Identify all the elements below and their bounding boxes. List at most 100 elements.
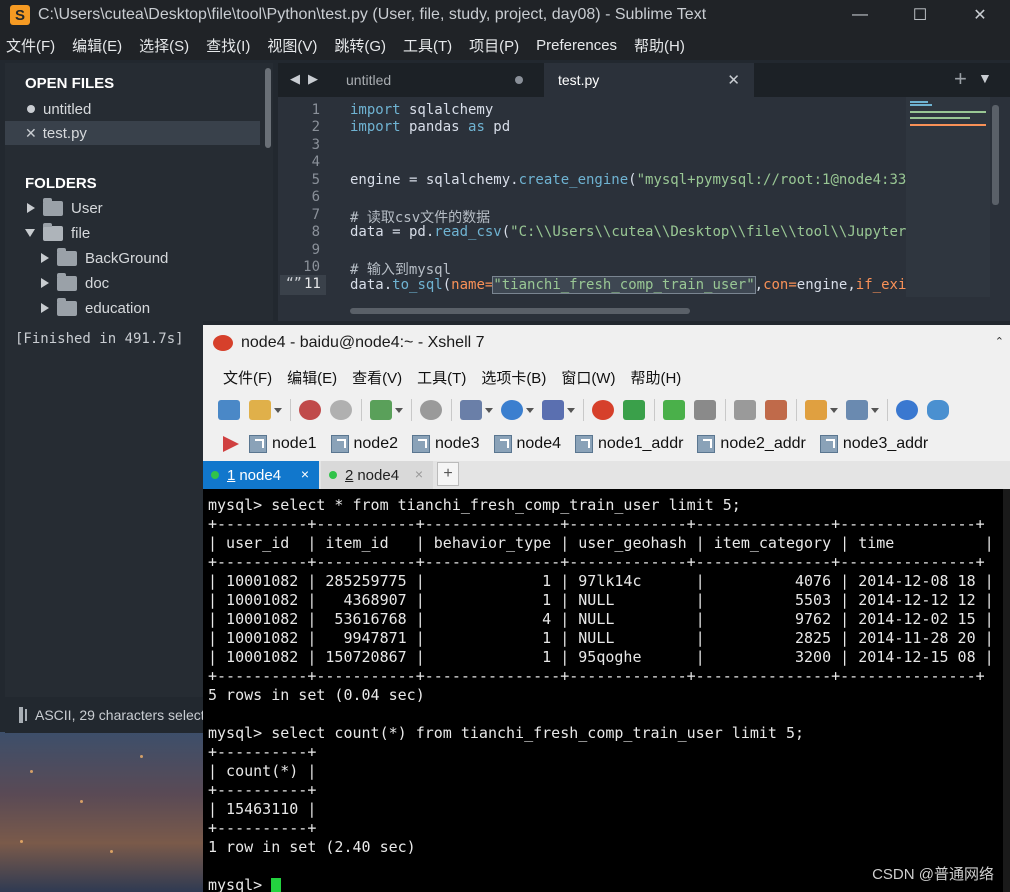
session-tab-1[interactable]: 1 node4 ×	[203, 461, 319, 489]
menu-tabs[interactable]: 选项卡(B)	[481, 367, 546, 388]
close-tab-icon[interactable]: ×	[301, 466, 309, 482]
sidebar-scrollbar[interactable]	[265, 68, 271, 148]
menu-view[interactable]: 查看(V)	[352, 367, 402, 388]
add-tab-button[interactable]: +	[437, 462, 459, 486]
dropdown-arrow-icon[interactable]	[485, 407, 493, 413]
code-text: sqlalchemy	[400, 102, 494, 118]
modified-dot-icon	[27, 105, 35, 113]
highlight-icon[interactable]	[765, 400, 787, 420]
minimap[interactable]	[906, 97, 990, 297]
quick-command-icon[interactable]	[223, 436, 239, 452]
close-button[interactable]: ✕	[950, 0, 1010, 30]
add-folder-icon[interactable]	[805, 400, 827, 420]
tab-menu-icon[interactable]: ▼	[978, 70, 992, 86]
code-line: import pandas as pd	[350, 119, 510, 135]
folder-education[interactable]: education	[5, 296, 260, 320]
menu-window[interactable]: 窗口(W)	[561, 367, 615, 388]
transfer-icon[interactable]	[460, 400, 482, 420]
minimize-button[interactable]: —	[830, 0, 890, 30]
link-label: node1	[272, 435, 317, 452]
find-icon[interactable]	[420, 400, 442, 420]
link-node2[interactable]: node2	[330, 435, 398, 453]
tab-test-py[interactable]: test.py ✕	[544, 63, 754, 97]
fullscreen-icon[interactable]	[663, 400, 685, 420]
folder-label: doc	[85, 274, 110, 292]
globe-icon[interactable]	[501, 400, 523, 420]
folder-user[interactable]: User	[5, 196, 260, 220]
folder-label: BackGround	[85, 249, 169, 267]
dropdown-arrow-icon[interactable]	[567, 407, 575, 413]
dropdown-arrow-icon[interactable]	[274, 407, 282, 413]
menu-preferences[interactable]: Preferences	[536, 37, 617, 54]
editor-vertical-scrollbar[interactable]	[992, 105, 999, 205]
keyboard-icon[interactable]	[734, 400, 756, 420]
panel-toggle-icon[interactable]	[19, 707, 27, 723]
xftp-icon[interactable]	[592, 400, 614, 420]
folder-doc[interactable]: doc	[5, 271, 260, 295]
dropdown-arrow-icon[interactable]	[871, 407, 879, 413]
menu-project[interactable]: 项目(P)	[469, 35, 519, 56]
chat-icon[interactable]	[927, 400, 949, 420]
editor-horizontal-scrollbar[interactable]	[350, 308, 690, 314]
dropdown-arrow-icon[interactable]	[830, 407, 838, 413]
link-node2-addr[interactable]: node2_addr	[697, 435, 806, 453]
code-text: (	[442, 277, 452, 293]
menu-edit[interactable]: 编辑(E)	[287, 367, 337, 388]
function-name: create_engine	[518, 172, 629, 188]
open-folder-icon[interactable]	[249, 400, 271, 420]
menu-selection[interactable]: 选择(S)	[139, 35, 189, 56]
layout-icon[interactable]	[846, 400, 868, 420]
connect-icon[interactable]	[299, 400, 321, 420]
xshell-titlebar: node4 - baidu@node4:~ - Xshell 7 ⌃	[203, 325, 1010, 361]
desktop-wallpaper	[0, 730, 205, 892]
tab-next-icon[interactable]: ▶	[308, 71, 318, 87]
tab-prev-icon[interactable]: ◀	[290, 71, 300, 87]
terminal-output[interactable]: mysql> select * from tianchi_fresh_comp_…	[203, 489, 1003, 892]
new-session-icon[interactable]	[218, 400, 240, 420]
close-tab-icon[interactable]: ✕	[727, 71, 740, 89]
menu-help[interactable]: 帮助(H)	[634, 35, 685, 56]
disconnect-icon[interactable]	[330, 400, 352, 420]
folder-icon	[57, 247, 77, 266]
toolbar-separator	[796, 399, 797, 421]
open-file-untitled[interactable]: untitled	[5, 97, 260, 121]
tab-untitled[interactable]: untitled	[326, 63, 541, 97]
collapse-ribbon-icon[interactable]: ⌃	[995, 335, 1004, 348]
terminal-scrollbar[interactable]	[1003, 489, 1010, 892]
menu-view[interactable]: 视图(V)	[267, 35, 317, 56]
menu-goto[interactable]: 跳转(G)	[334, 35, 386, 56]
link-label: node4	[516, 435, 562, 452]
link-node4[interactable]: node4	[493, 435, 562, 453]
link-node3[interactable]: node3	[412, 435, 480, 453]
menu-file[interactable]: 文件(F)	[223, 367, 272, 388]
menu-tools[interactable]: 工具(T)	[403, 35, 452, 56]
link-node1-addr[interactable]: node1_addr	[575, 435, 683, 453]
maximize-button[interactable]: ☐	[890, 0, 950, 30]
menu-edit[interactable]: 编辑(E)	[72, 35, 122, 56]
menu-tools[interactable]: 工具(T)	[417, 367, 466, 388]
help-icon[interactable]	[896, 400, 918, 420]
link-node1[interactable]: node1	[249, 435, 317, 453]
menu-help[interactable]: 帮助(H)	[630, 367, 681, 388]
tab-label: untitled	[346, 72, 392, 88]
dropdown-arrow-icon[interactable]	[526, 407, 534, 413]
folder-background[interactable]: BackGround	[5, 246, 260, 270]
font-icon[interactable]	[542, 400, 564, 420]
menu-find[interactable]: 查找(I)	[206, 35, 250, 56]
xmanager-icon[interactable]	[623, 400, 645, 420]
close-file-icon[interactable]: ✕	[25, 125, 37, 142]
new-tab-icon[interactable]: +	[954, 66, 967, 92]
code-text: engine = sqlalchemy.	[350, 172, 519, 188]
properties-icon[interactable]	[370, 400, 392, 420]
link-label: node3_addr	[842, 435, 929, 452]
code-line: import sqlalchemy	[350, 102, 493, 118]
link-node3-addr[interactable]: node3_addr	[819, 435, 929, 453]
lock-icon[interactable]	[694, 400, 716, 420]
dropdown-arrow-icon[interactable]	[395, 407, 403, 413]
code-editor[interactable]: 1 2 3 4 5 6 7 8 9 10 “” 11 import sqlalc…	[278, 97, 1010, 321]
close-tab-icon[interactable]: ×	[415, 466, 423, 482]
folder-file[interactable]: file	[5, 221, 260, 245]
session-tab-2[interactable]: 2 node4 ×	[321, 461, 433, 489]
open-file-test-py[interactable]: ✕ test.py	[5, 121, 260, 145]
menu-file[interactable]: 文件(F)	[6, 35, 55, 56]
